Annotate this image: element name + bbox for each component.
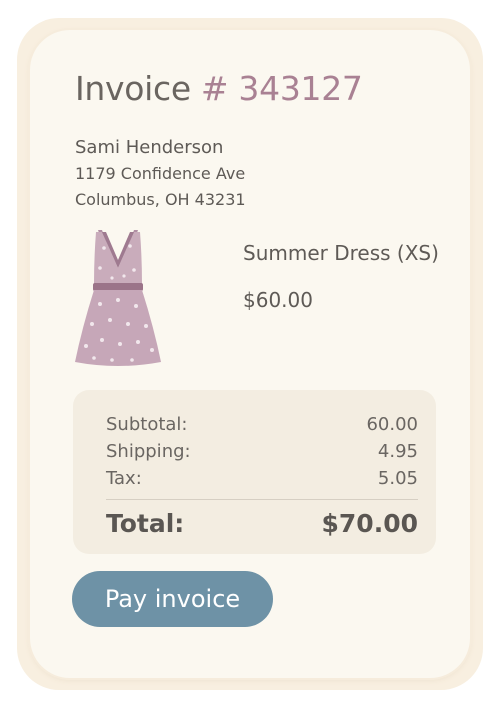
subtotal-label: Subtotal:: [106, 414, 188, 435]
customer-city: Columbus, OH 43231: [75, 190, 246, 209]
total-value: $70.00: [321, 509, 418, 538]
tax-value: 5.05: [377, 468, 418, 489]
customer-name: Sami Henderson: [75, 137, 224, 158]
shipping-value: 4.95: [377, 441, 418, 462]
invoice-label: Invoice: [75, 69, 191, 108]
total-label: Total:: [106, 509, 185, 538]
shipping-label: Shipping:: [106, 441, 191, 462]
customer-street: 1179 Confidence Ave: [75, 164, 246, 183]
pay-invoice-button[interactable]: Pay invoice: [72, 571, 273, 627]
subtotal-value: 60.00: [366, 414, 418, 435]
summary-divider: [106, 499, 418, 500]
product-name: Summer Dress (XS): [243, 241, 439, 265]
tax-label: Tax:: [106, 468, 142, 489]
invoice-title: Invoice # 343127: [75, 68, 363, 110]
invoice-number: # 343127: [200, 69, 363, 108]
product-price: $60.00: [243, 288, 313, 312]
dress-icon: [75, 230, 161, 366]
